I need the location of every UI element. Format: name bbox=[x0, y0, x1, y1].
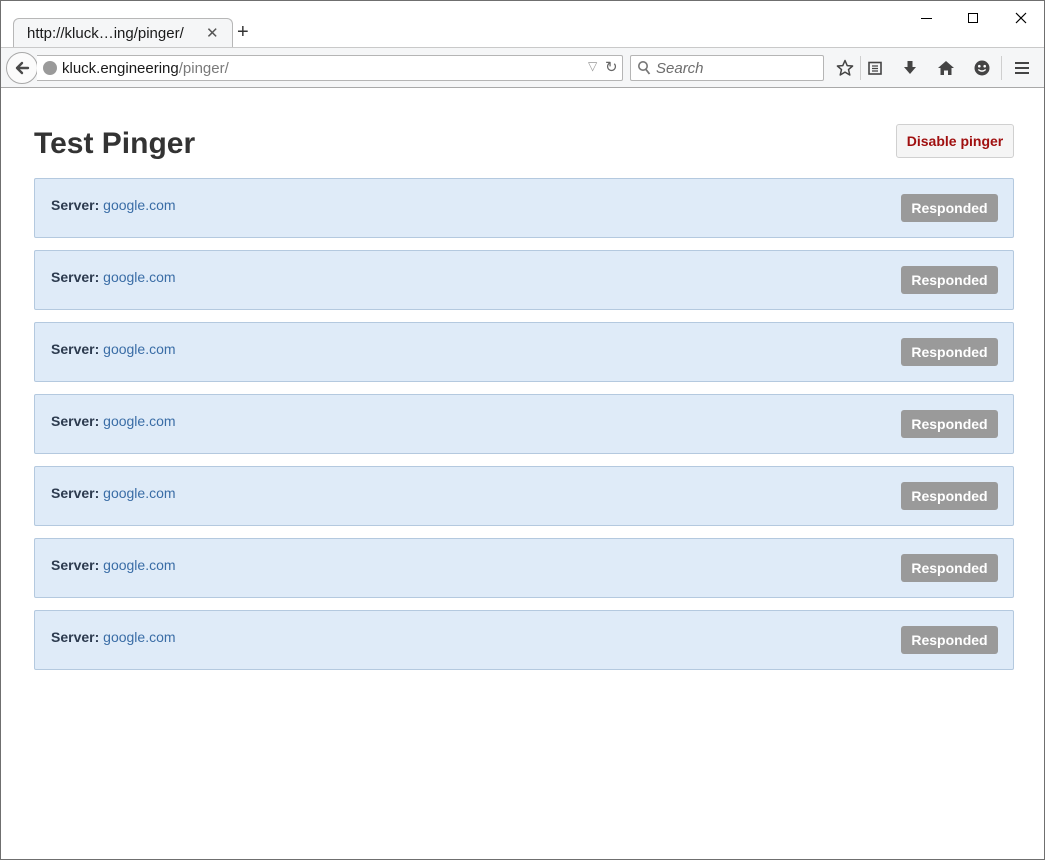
tab-close-icon[interactable]: ✕ bbox=[206, 24, 219, 42]
server-label: Server: bbox=[51, 413, 100, 429]
server-host-link[interactable]: google.com bbox=[103, 557, 175, 573]
browser-tab[interactable]: http://kluck…ing/pinger/ ✕ bbox=[13, 18, 233, 48]
page-title: Test Pinger bbox=[34, 127, 196, 160]
reload-icon[interactable]: ↻ bbox=[605, 58, 618, 76]
server-info: Server: google.com bbox=[51, 197, 176, 213]
server-row: Server: google.com Responded bbox=[34, 322, 1014, 382]
close-window-button[interactable] bbox=[1001, 5, 1041, 31]
globe-icon bbox=[43, 61, 57, 75]
server-label: Server: bbox=[51, 269, 100, 285]
server-host-link[interactable]: google.com bbox=[103, 197, 175, 213]
status-badge: Responded bbox=[901, 194, 998, 222]
server-host-link[interactable]: google.com bbox=[103, 341, 175, 357]
server-info: Server: google.com bbox=[51, 629, 176, 645]
search-placeholder: Search bbox=[656, 60, 704, 77]
browser-window: http://kluck…ing/pinger/ ✕ + kluck.engin… bbox=[0, 0, 1045, 860]
tab-strip: http://kluck…ing/pinger/ ✕ + bbox=[1, 1, 1044, 48]
server-row: Server: google.com Responded bbox=[34, 466, 1014, 526]
hamburger-menu-icon[interactable] bbox=[1011, 57, 1033, 79]
server-host-link[interactable]: google.com bbox=[103, 629, 175, 645]
navigation-toolbar: kluck.engineering/pinger/ ▽ ↻ Search bbox=[1, 47, 1044, 88]
server-host-link[interactable]: google.com bbox=[103, 269, 175, 285]
home-icon[interactable] bbox=[935, 57, 957, 79]
status-badge: Responded bbox=[901, 338, 998, 366]
new-tab-icon[interactable]: + bbox=[237, 22, 249, 42]
server-host-link[interactable]: google.com bbox=[103, 413, 175, 429]
server-row: Server: google.com Responded bbox=[34, 178, 1014, 238]
minimize-button[interactable] bbox=[906, 5, 946, 31]
server-label: Server: bbox=[51, 197, 100, 213]
maximize-icon bbox=[968, 13, 978, 23]
toolbar-separator bbox=[1001, 56, 1002, 80]
back-arrow-icon bbox=[15, 61, 30, 75]
back-button[interactable] bbox=[6, 52, 38, 84]
hello-smiley-icon[interactable] bbox=[971, 57, 993, 79]
server-row: Server: google.com Responded bbox=[34, 394, 1014, 454]
minimize-icon bbox=[920, 17, 932, 19]
status-badge: Responded bbox=[901, 554, 998, 582]
server-info: Server: google.com bbox=[51, 557, 176, 573]
url-path: /pinger/ bbox=[178, 60, 229, 77]
status-badge: Responded bbox=[901, 266, 998, 294]
status-badge: Responded bbox=[901, 626, 998, 654]
bookmark-star-icon[interactable] bbox=[834, 57, 856, 79]
server-info: Server: google.com bbox=[51, 269, 176, 285]
server-row: Server: google.com Responded bbox=[34, 610, 1014, 670]
history-dropdown-icon[interactable]: ▽ bbox=[588, 59, 597, 73]
server-row: Server: google.com Responded bbox=[34, 250, 1014, 310]
server-info: Server: google.com bbox=[51, 485, 176, 501]
server-row: Server: google.com Responded bbox=[34, 538, 1014, 598]
search-icon bbox=[638, 61, 651, 75]
url-host: kluck.engineering bbox=[62, 60, 179, 77]
maximize-button[interactable] bbox=[953, 5, 993, 31]
bookmarks-menu-icon[interactable] bbox=[864, 57, 886, 79]
url-bar[interactable]: kluck.engineering/pinger/ ▽ ↻ bbox=[37, 55, 623, 81]
disable-pinger-button[interactable]: Disable pinger bbox=[896, 124, 1014, 158]
server-host-link[interactable]: google.com bbox=[103, 485, 175, 501]
server-label: Server: bbox=[51, 557, 100, 573]
page-content: Test Pinger Disable pinger Server: googl… bbox=[2, 89, 1044, 859]
search-bar[interactable]: Search bbox=[630, 55, 824, 81]
url-text: kluck.engineering/pinger/ bbox=[62, 60, 229, 77]
server-list: Server: google.com Responded Server: goo… bbox=[34, 178, 1014, 682]
toolbar-separator bbox=[860, 56, 861, 80]
status-badge: Responded bbox=[901, 410, 998, 438]
server-info: Server: google.com bbox=[51, 341, 176, 357]
server-label: Server: bbox=[51, 341, 100, 357]
close-icon bbox=[1015, 12, 1027, 24]
server-info: Server: google.com bbox=[51, 413, 176, 429]
status-badge: Responded bbox=[901, 482, 998, 510]
tab-title: http://kluck…ing/pinger/ bbox=[27, 25, 184, 42]
downloads-icon[interactable] bbox=[899, 57, 921, 79]
server-label: Server: bbox=[51, 485, 100, 501]
server-label: Server: bbox=[51, 629, 100, 645]
